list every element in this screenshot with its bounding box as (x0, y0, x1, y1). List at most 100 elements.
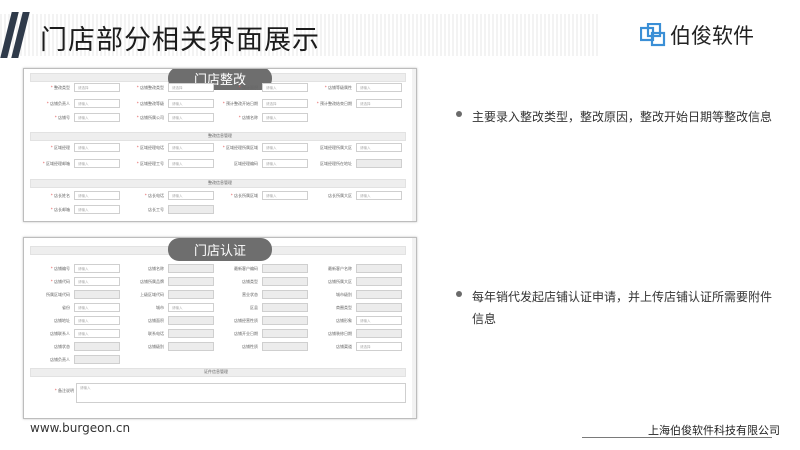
form-field[interactable] (262, 342, 308, 351)
logo-squares-icon (640, 23, 666, 47)
field-label: * 店铺名称 (238, 115, 258, 120)
form-field[interactable] (168, 329, 214, 338)
form-field[interactable] (356, 159, 402, 168)
form-field[interactable]: 请输入 (74, 159, 120, 168)
field-label: 所属区域代码 (46, 292, 70, 297)
field-label: * 店长所属区域 (230, 193, 258, 198)
bullet-text: 每年销代发起店铺认证申请，并上传店铺认证所需要附件 信息 (472, 286, 772, 330)
bullet-certify: 每年销代发起店铺认证申请，并上传店铺认证所需要附件 信息 (456, 286, 772, 330)
footer-divider (582, 437, 772, 438)
form-field[interactable]: 请输入 (74, 277, 120, 286)
form-field[interactable]: 请选择 (356, 342, 402, 351)
field-label: * 整改类型 (50, 85, 70, 90)
form-field[interactable] (356, 303, 402, 312)
form-field[interactable]: 请输入 (262, 191, 308, 200)
form-field[interactable]: 请输入 (262, 143, 308, 152)
field-label: 城市 (156, 305, 164, 310)
form-field[interactable] (74, 342, 120, 351)
form-field[interactable]: 请输入 (74, 205, 120, 214)
field-label: * 店铺编号 (50, 266, 70, 271)
page-title: 门店部分相关界面展示 (40, 25, 320, 56)
form-field[interactable] (168, 316, 214, 325)
form-field[interactable] (262, 329, 308, 338)
field-label: 商圈类型 (336, 305, 352, 310)
footer-url[interactable]: www.burgeon.cn (30, 421, 130, 435)
field-label: 区域经理所在地址 (320, 161, 352, 166)
form-field[interactable]: 请输入 (356, 316, 402, 325)
form-field[interactable] (74, 290, 120, 299)
form-field[interactable]: 请输入 (74, 303, 120, 312)
bullet-dot (456, 111, 462, 117)
scrollbar[interactable] (412, 238, 416, 418)
remark-textarea[interactable]: 请输入 (76, 383, 406, 403)
form-field[interactable]: 请输入 (168, 191, 214, 200)
form-field[interactable]: 请输入 (74, 316, 120, 325)
field-label: * 区域经理所属区域 (222, 145, 258, 150)
form-field[interactable]: 请输入 (168, 99, 214, 108)
form-field[interactable]: 请输入 (356, 191, 402, 200)
field-label: * 店长姓名 (50, 193, 70, 198)
form-field[interactable]: 请输入 (356, 143, 402, 152)
form-field[interactable] (168, 342, 214, 351)
field-label: 店铺所属大区 (328, 279, 352, 284)
form-field[interactable]: 请选择 (356, 99, 402, 108)
form-field[interactable]: 请输入 (74, 329, 120, 338)
field-label: * 店铺整改类型 (136, 85, 164, 90)
field-label: * 店长电话 (144, 193, 164, 198)
field-label: * 区域经理邮箱 (42, 161, 70, 166)
field-label: 店铺联系人 (50, 331, 70, 336)
form-field[interactable]: 请输入 (168, 303, 214, 312)
certify-panel: 证件信息管理 * 备注说明 请输入 门店认证 * 店铺编号 请输入 店铺名称 最新客户… (23, 237, 417, 419)
field-label: * 区域经理工号 (136, 161, 164, 166)
field-label: 店铺经营性质 (234, 318, 258, 323)
form-field[interactable]: 请输入 (168, 159, 214, 168)
field-label: 店铺地址 (54, 318, 70, 323)
field-label: * 预计面积 (238, 85, 258, 90)
form-field[interactable]: 请选择 (262, 99, 308, 108)
field-label: 店铺性质 (242, 344, 258, 349)
form-field[interactable] (74, 355, 120, 364)
form-field[interactable]: 请输入 (74, 191, 120, 200)
field-label: 店铺级别 (148, 344, 164, 349)
form-field[interactable] (356, 264, 402, 273)
field-label: 店铺所属品牌 (140, 279, 164, 284)
form-field[interactable] (356, 277, 402, 286)
field-label: 省份 (62, 305, 70, 310)
form-field[interactable]: 请输入 (74, 264, 120, 273)
form-field[interactable]: 请输入 (168, 113, 214, 122)
form-field[interactable]: 请输入 (74, 113, 120, 122)
field-label: * 店铺等级属性 (324, 85, 352, 90)
field-label: 店铺装修日期 (328, 331, 352, 336)
form-field[interactable] (262, 303, 308, 312)
scrollbar[interactable] (412, 69, 416, 221)
form-field[interactable] (168, 290, 214, 299)
form-field[interactable]: 请输入 (74, 99, 120, 108)
field-label: 区域经理编码 (234, 161, 258, 166)
form-field[interactable] (262, 277, 308, 286)
form-field[interactable] (168, 277, 214, 286)
form-field[interactable]: 请输入 (262, 113, 308, 122)
form-field[interactable]: 请输入 (262, 159, 308, 168)
field-label: 营业状态 (242, 292, 258, 297)
form-field[interactable] (262, 264, 308, 273)
field-label: 城市级别 (336, 292, 352, 297)
form-field[interactable] (356, 290, 402, 299)
remark-label: * 备注说明 (54, 388, 74, 393)
form-field[interactable] (168, 264, 214, 273)
field-label: 店长工号 (148, 207, 164, 212)
form-field[interactable] (262, 316, 308, 325)
form-field[interactable] (356, 329, 402, 338)
company-logo: 伯俊软件 (640, 20, 754, 50)
form-field[interactable]: 请输入 (262, 83, 308, 92)
form-field[interactable] (262, 290, 308, 299)
field-label: 店铺开业日期 (234, 331, 258, 336)
form-field[interactable]: 请输入 (74, 143, 120, 152)
field-label: * 店铺号 (54, 115, 70, 120)
form-field[interactable]: 请输入 (356, 83, 402, 92)
form-field[interactable]: 请选择 (168, 83, 214, 92)
form-field[interactable] (168, 205, 214, 214)
form-field[interactable]: 请输入 (168, 143, 214, 152)
form-field[interactable]: 请选择 (74, 83, 120, 92)
field-label: 最新客户编码 (234, 266, 258, 271)
footer-company: 上海伯俊软件科技有限公司 (648, 424, 780, 437)
